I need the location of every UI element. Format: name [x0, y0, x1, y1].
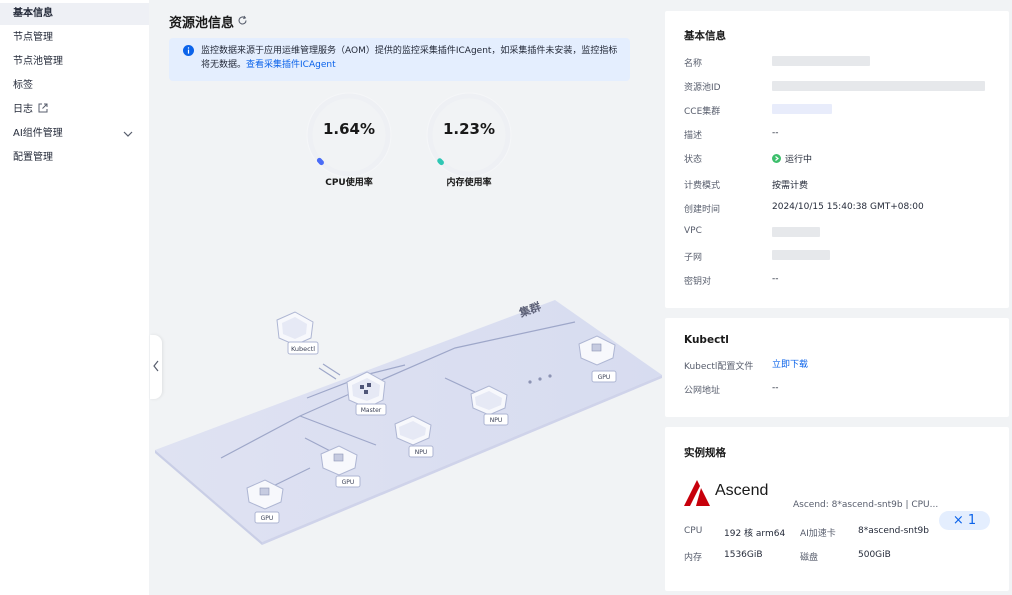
status-value: 运行中 [772, 152, 812, 165]
cpu-usage-value: 1.64% [322, 120, 376, 138]
memory-usage-label: 内存使用率 [446, 178, 492, 188]
gpu-node-3-label: GPU [598, 374, 611, 381]
sidebar-item-logs[interactable]: 日志 [0, 99, 149, 121]
memory-usage-value: 1.23% [442, 120, 496, 138]
kubectl-node: Kubectl [276, 311, 319, 355]
sidebar-item-label: 配置管理 [13, 152, 53, 163]
cpu-gauge: 1.64% [304, 90, 394, 180]
kubectl-config-label: Kubectl配置文件 [684, 362, 754, 372]
master-node-label: Master [361, 407, 382, 414]
created-time-value: 2024/10/15 15:40:38 GMT+08:00 [772, 202, 924, 212]
cpu-label: CPU [684, 526, 703, 536]
sidebar-item-label: 节点池管理 [13, 56, 63, 67]
instance-spec-card: 实例规格 Ascend Ascend: 8*ascend-snt9b | CPU… [665, 427, 1009, 591]
description-value: -- [772, 128, 779, 138]
sidebar-item-label: 节点管理 [13, 32, 53, 43]
name-value-masked [772, 56, 870, 66]
memory-value: 1536GiB [724, 550, 763, 560]
public-address-value: -- [772, 383, 779, 393]
sidebar: 基本信息 节点管理 节点池管理 标签 日志 AI组件管理 配置管理 [0, 0, 149, 595]
ai-accelerator-label: AI加速卡 [800, 529, 836, 539]
kubectl-node-label: Kubectl [291, 345, 315, 353]
instance-spec-title: 实例规格 [684, 447, 726, 459]
sidebar-item-config-management[interactable]: 配置管理 [0, 147, 149, 169]
sidebar-item-label: AI组件管理 [13, 128, 63, 139]
cpu-value: 192 核 arm64 [724, 529, 786, 539]
keypair-label: 密钥对 [684, 277, 712, 287]
name-label: 名称 [684, 59, 703, 69]
sidebar-item-nodepool-management[interactable]: 节点池管理 [0, 51, 149, 73]
pool-id-label: 资源池ID [684, 83, 721, 93]
sidebar-item-label: 标签 [13, 80, 33, 91]
npu-node-2-label: NPU [490, 417, 503, 424]
quantity-badge: × 1 [939, 511, 990, 530]
basic-info-title: 基本信息 [684, 30, 726, 42]
gpu-node-2-label: GPU [261, 515, 274, 522]
memory-label: 内存 [684, 553, 703, 563]
kubectl-card: Kubectl Kubectl配置文件 立即下载 公网地址 -- [665, 318, 1009, 417]
billing-mode-label: 计费模式 [684, 181, 721, 191]
ascend-logo-text: Ascend [715, 482, 769, 499]
cpu-usage-label: CPU使用率 [325, 178, 373, 188]
refresh-icon[interactable] [237, 15, 248, 29]
ai-accelerator-value: 8*ascend-snt9b [858, 526, 929, 536]
running-status-icon [772, 154, 781, 163]
external-link-icon [38, 100, 48, 122]
info-icon [183, 45, 194, 61]
description-label: 描述 [684, 131, 703, 141]
subnet-value-masked [772, 250, 830, 260]
vpc-value-masked [772, 227, 820, 237]
npu-node-1-label: NPU [415, 449, 428, 456]
created-time-label: 创建时间 [684, 205, 721, 215]
status-text: 运行中 [785, 155, 813, 165]
kubectl-title: Kubectl [684, 334, 729, 346]
page-title: 资源池信息 [169, 16, 235, 31]
basic-info-card: 基本信息 名称 资源池ID CCE集群 描述 -- 状态 运行中 计费模式 按需… [665, 11, 1009, 308]
subnet-label: 子网 [684, 253, 703, 263]
notice-link-icagent[interactable]: 查看采集插件ICAgent [246, 60, 336, 70]
disk-value: 500GiB [858, 550, 891, 560]
flavor-text: Ascend: 8*ascend-snt9b | CPU... [793, 500, 939, 510]
pool-id-value-masked [772, 81, 985, 91]
sidebar-item-labels[interactable]: 标签 [0, 75, 149, 97]
kubectl-download-link[interactable]: 立即下载 [772, 357, 808, 370]
cluster-diagram: 集群 Kubectl Master NPU NPU GPU GPU GPU [155, 299, 662, 545]
ascend-logo-icon [684, 480, 710, 506]
sidebar-item-ai-components[interactable]: AI组件管理 [0, 123, 149, 145]
ascend-logo: Ascend [684, 479, 780, 507]
vpc-label: VPC [684, 226, 702, 236]
cce-cluster-link-masked[interactable] [772, 104, 832, 114]
sidebar-item-label: 日志 [13, 104, 33, 115]
sidebar-item-label: 基本信息 [13, 8, 53, 19]
billing-mode-value: 按需计费 [772, 181, 809, 191]
memory-gauge: 1.23% [424, 90, 514, 180]
monitoring-notice: 监控数据来源于应用运维管理服务（AOM）提供的监控采集插件ICAgent，如采集… [169, 38, 630, 81]
sidebar-item-node-management[interactable]: 节点管理 [0, 27, 149, 49]
cce-cluster-label: CCE集群 [684, 107, 721, 117]
status-label: 状态 [684, 155, 703, 165]
public-address-label: 公网地址 [684, 386, 721, 396]
sidebar-item-basic-info[interactable]: 基本信息 [0, 3, 149, 25]
gpu-node-1-label: GPU [342, 479, 355, 486]
keypair-value: -- [772, 274, 779, 284]
disk-label: 磁盘 [800, 553, 819, 563]
